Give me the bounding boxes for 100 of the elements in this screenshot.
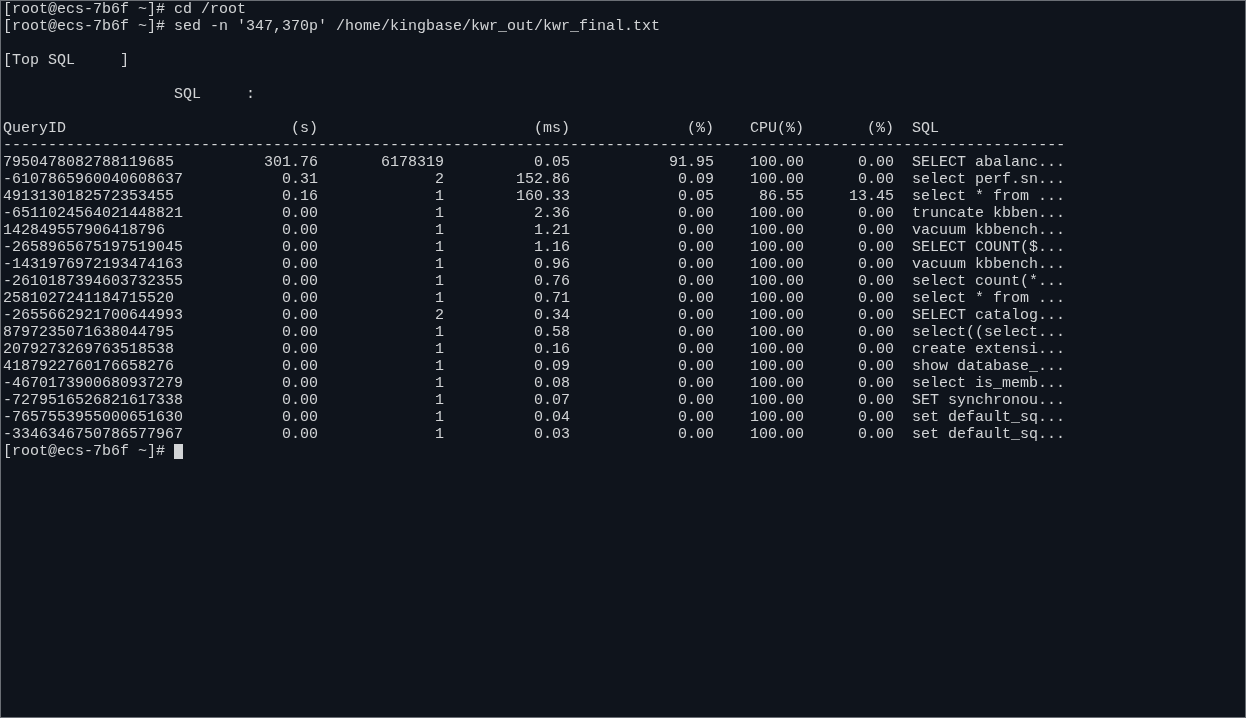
table-cell: 1: [435, 222, 445, 239]
table-cell: 0.09: [678, 171, 715, 188]
table-cell: 1: [435, 273, 445, 290]
table-cell: 100.00: [750, 409, 805, 426]
table-cell: 0.00: [858, 171, 895, 188]
shell-command: cd /root: [174, 1, 247, 18]
table-cell: 0.00: [858, 154, 895, 171]
table-cell: show database_...: [912, 358, 1066, 375]
table-cell: -3346346750786577967: [3, 426, 184, 443]
table-cell: 0.00: [678, 273, 715, 290]
table-cell: 0.00: [858, 205, 895, 222]
table-cell: 8797235071638044795: [3, 324, 175, 341]
table-cell: 0.00: [282, 290, 319, 307]
table-cell: 100.00: [750, 392, 805, 409]
table-cell: 152.86: [516, 171, 571, 188]
table-cell: 0.34: [534, 307, 571, 324]
table-cell: 1: [435, 341, 445, 358]
table-cell: -7657553955000651630: [3, 409, 184, 426]
table-cell: vacuum kbbench...: [912, 222, 1066, 239]
table-cell: 0.00: [678, 358, 715, 375]
table-cell: 2581027241184715520: [3, 290, 175, 307]
table-cell: 1: [435, 392, 445, 409]
table-cell: 0.00: [282, 307, 319, 324]
table-cell: 100.00: [750, 239, 805, 256]
table-cell: 0.00: [678, 239, 715, 256]
table-cell: 2079273269763518538: [3, 341, 175, 358]
table-cell: 0.07: [534, 392, 571, 409]
table-cell: -1431976972193474163: [3, 256, 184, 273]
column-header: QueryID: [3, 120, 66, 137]
table-cell: 0.00: [282, 256, 319, 273]
table-cell: select((select...: [912, 324, 1066, 341]
table-cell: 0.00: [858, 341, 895, 358]
table-cell: 0.00: [858, 256, 895, 273]
table-cell: 2: [435, 307, 445, 324]
table-cell: -7279516526821617338: [3, 392, 184, 409]
column-header: (ms): [534, 120, 571, 137]
table-cell: 0.00: [282, 273, 319, 290]
table-cell: 100.00: [750, 358, 805, 375]
table-cell: -6107865960040608637: [3, 171, 184, 188]
table-cell: 0.00: [282, 222, 319, 239]
table-cell: set default_sq...: [912, 409, 1066, 426]
table-cell: 0.00: [858, 290, 895, 307]
table-cell: 1: [435, 188, 445, 205]
table-cell: 100.00: [750, 154, 805, 171]
table-cell: 0.08: [534, 375, 571, 392]
table-cell: 100.00: [750, 171, 805, 188]
table-cell: 0.00: [282, 239, 319, 256]
table-cell: 100.00: [750, 205, 805, 222]
report-title: [Top SQL ]: [3, 52, 130, 69]
table-cell: 0.00: [678, 341, 715, 358]
table-cell: 91.95: [669, 154, 715, 171]
table-cell: 100.00: [750, 307, 805, 324]
shell-prompt: [root@ecs-7b6f ~]#: [3, 18, 166, 35]
table-cell: 0.05: [534, 154, 571, 171]
table-cell: 0.00: [282, 426, 319, 443]
table-cell: 0.00: [858, 222, 895, 239]
table-cell: 142849557906418796: [3, 222, 166, 239]
table-cell: 0.00: [678, 409, 715, 426]
table-cell: 2: [435, 171, 445, 188]
table-cell: 1: [435, 409, 445, 426]
table-cell: -2655662921700644993: [3, 307, 184, 324]
table-cell: create extensi...: [912, 341, 1066, 358]
column-header: (%): [687, 120, 715, 137]
table-cell: 100.00: [750, 273, 805, 290]
table-cell: 1: [435, 426, 445, 443]
table-cell: select is_memb...: [912, 375, 1066, 392]
table-cell: 2.36: [534, 205, 571, 222]
column-header: (%): [867, 120, 895, 137]
table-cell: select * from ...: [912, 290, 1066, 307]
table-cell: 0.00: [858, 375, 895, 392]
table-cell: 100.00: [750, 341, 805, 358]
table-cell: 0.00: [858, 426, 895, 443]
shell-prompt: [root@ecs-7b6f ~]#: [3, 1, 166, 18]
shell-command: sed -n '347,370p' /home/kingbase/kwr_out/kwr_final.txt: [174, 18, 661, 35]
report-subtitle: SQL :: [174, 86, 256, 103]
table-cell: 100.00: [750, 426, 805, 443]
table-cell: 0.04: [534, 409, 571, 426]
table-cell: 1.16: [534, 239, 571, 256]
table-cell: 0.00: [858, 392, 895, 409]
table-cell: -2610187394603732355: [3, 273, 184, 290]
table-cell: 0.00: [858, 409, 895, 426]
table-cell: 0.00: [282, 205, 319, 222]
table-cell: 1: [435, 324, 445, 341]
table-cell: 4913130182572353455: [3, 188, 175, 205]
table-cell: 0.00: [858, 307, 895, 324]
table-cell: 4187922760176658276: [3, 358, 175, 375]
table-cell: 0.00: [858, 324, 895, 341]
table-cell: SELECT COUNT($...: [912, 239, 1066, 256]
table-cell: 0.00: [678, 205, 715, 222]
column-header: SQL: [912, 120, 940, 137]
table-cell: 6178319: [381, 154, 445, 171]
table-cell: 0.00: [282, 358, 319, 375]
table-cell: truncate kbben...: [912, 205, 1066, 222]
table-cell: 0.31: [282, 171, 319, 188]
table-cell: 1: [435, 290, 445, 307]
table-cell: 0.00: [858, 273, 895, 290]
table-cell: 0.00: [678, 307, 715, 324]
table-cell: SELECT catalog...: [912, 307, 1066, 324]
table-cell: 0.71: [534, 290, 571, 307]
table-cell: 301.76: [264, 154, 319, 171]
